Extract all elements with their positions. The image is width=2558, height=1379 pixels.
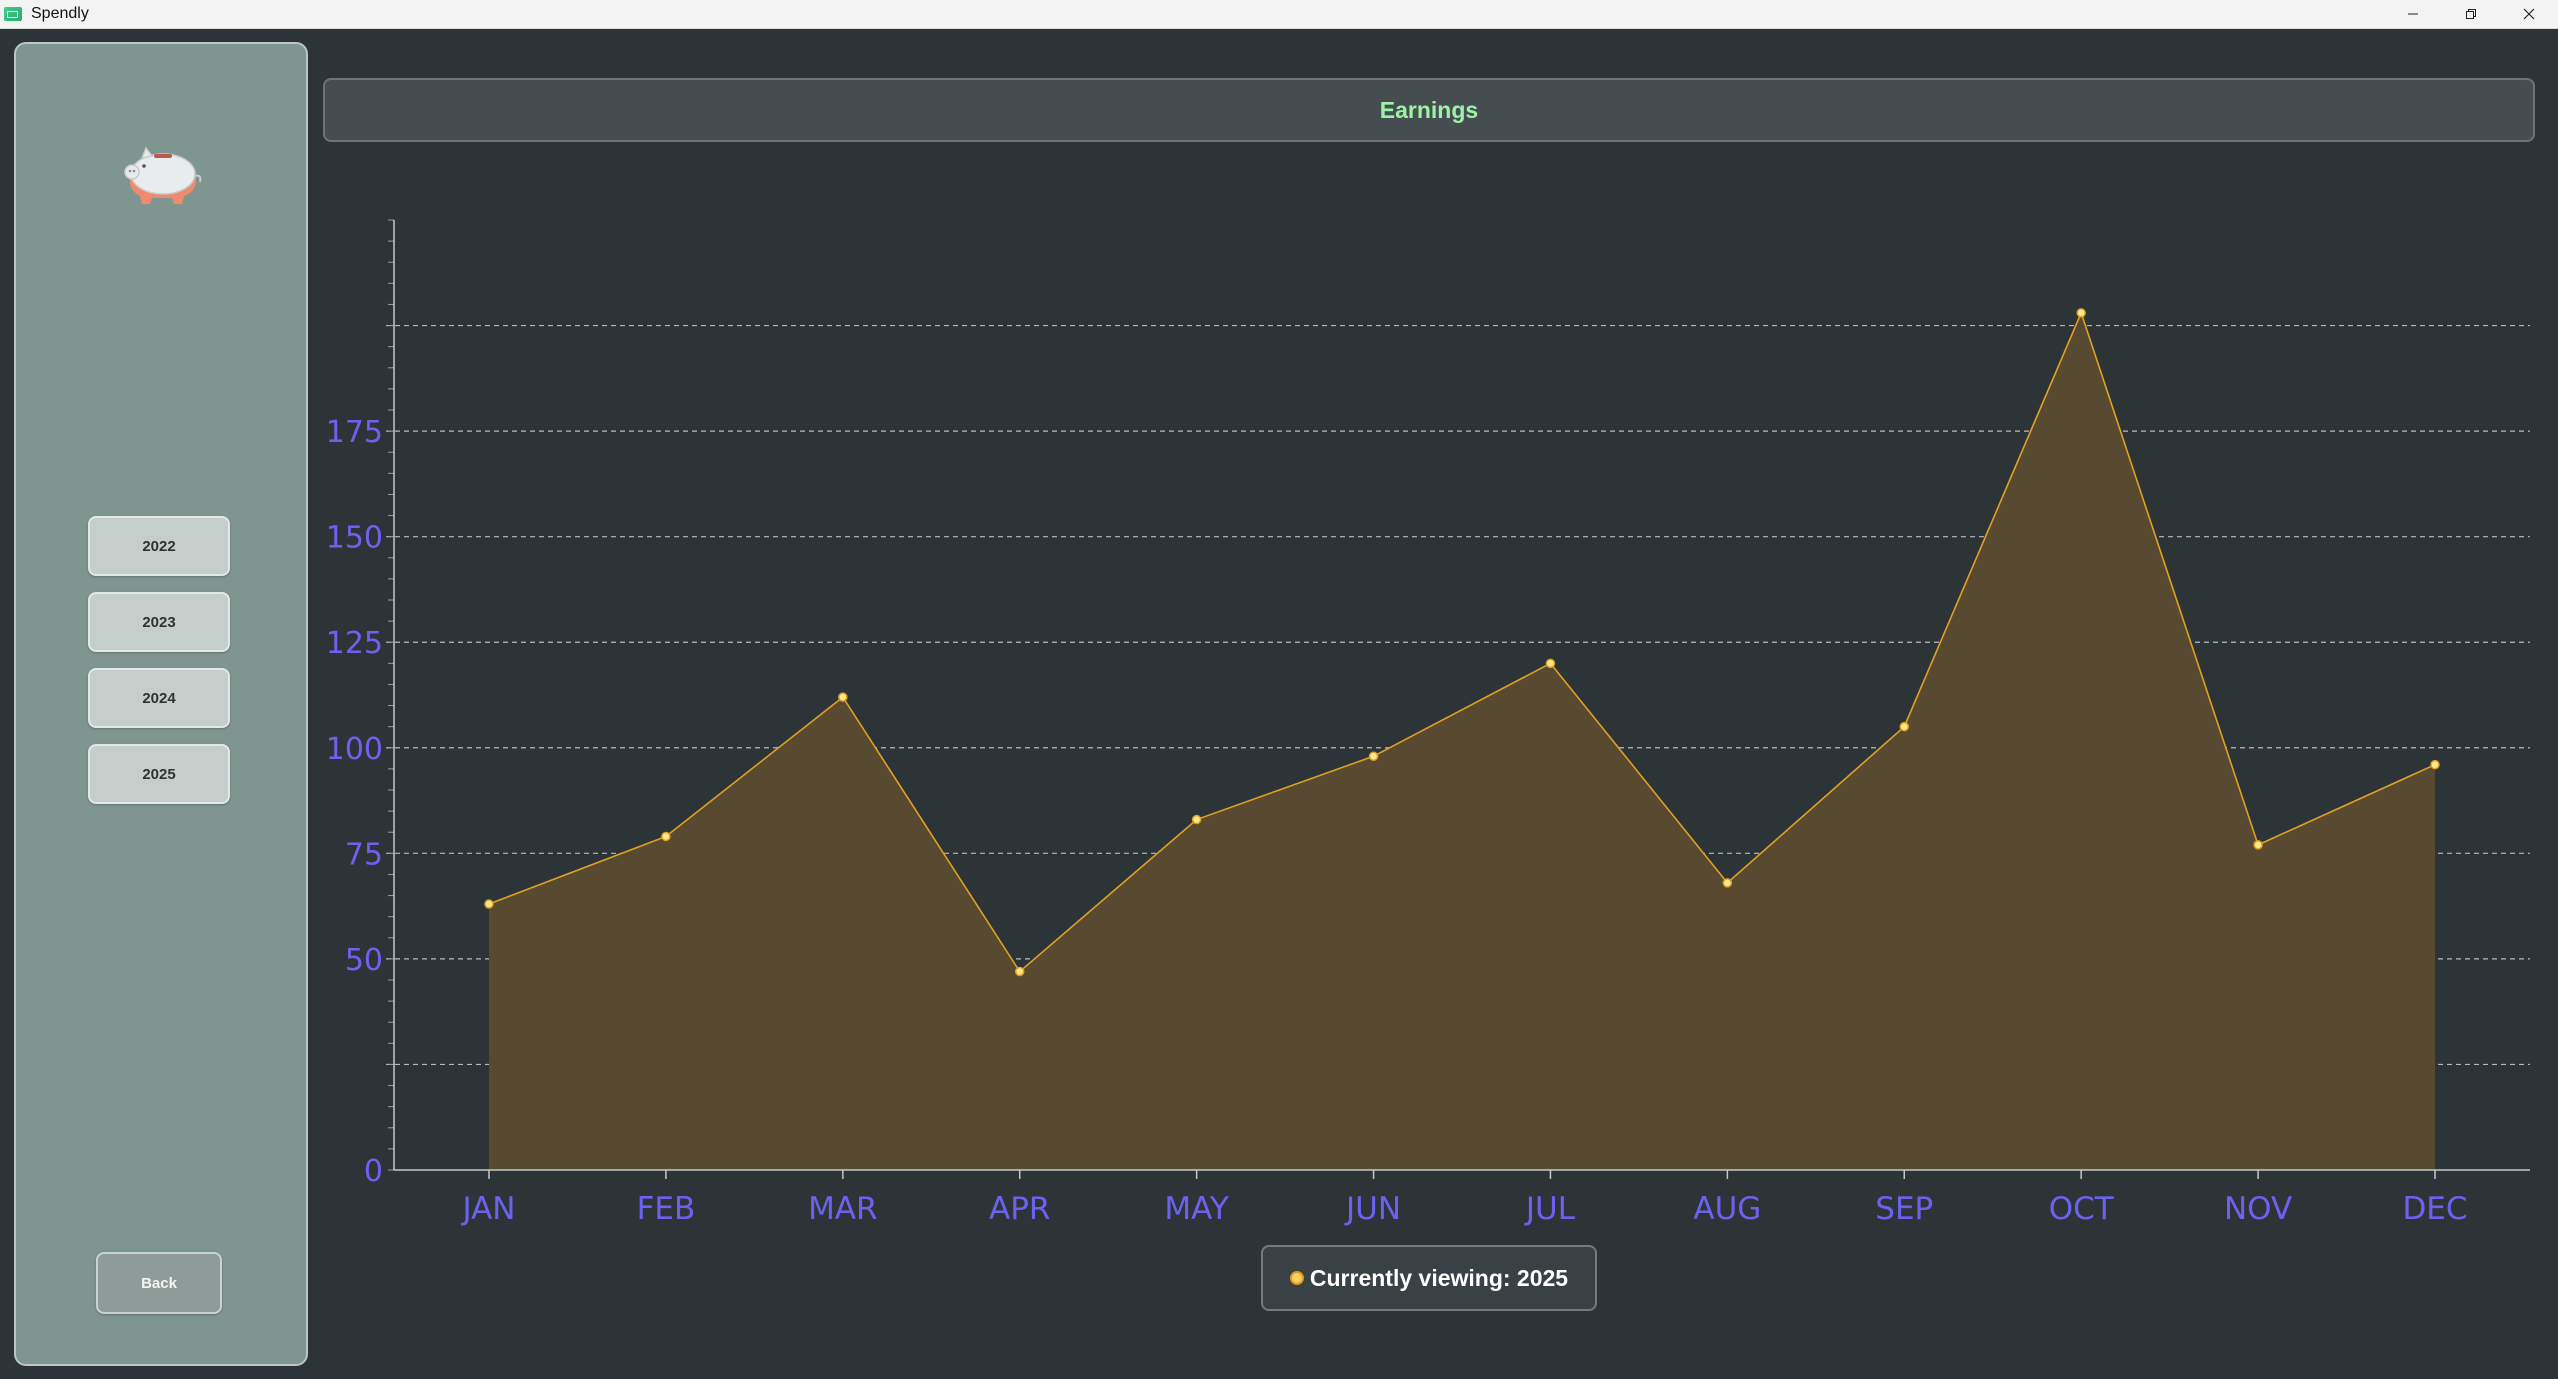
sidebar: 2022 2023 2024 2025 Back (14, 42, 308, 1366)
title-bar: Spendly (0, 0, 2558, 29)
x-tick-label-jan: JAN (461, 1191, 516, 1227)
back-button[interactable]: Back (96, 1252, 222, 1314)
data-point-mar (838, 692, 848, 702)
close-button[interactable] (2500, 0, 2558, 28)
piggy-bank-icon (124, 146, 202, 204)
year-button-2024[interactable]: 2024 (88, 668, 230, 728)
x-tick-label-dec: DEC (2402, 1191, 2467, 1227)
data-point-jun (1368, 751, 1379, 761)
x-tick-label-nov: NOV (2224, 1191, 2292, 1227)
year-button-2023[interactable]: 2023 (88, 592, 230, 652)
x-tick-label-feb: FEB (637, 1191, 696, 1227)
window-title: Spendly (31, 5, 89, 22)
restore-icon (2466, 9, 2476, 19)
data-point-aug (1722, 878, 1733, 888)
legend-label: Currently viewing: 2025 (1309, 1264, 1569, 1291)
data-point-feb (661, 831, 671, 842)
x-tick-label-oct: OCT (2049, 1191, 2115, 1227)
legend-marker-icon (1289, 1271, 1304, 1285)
x-tick-label-apr: APR (989, 1191, 1050, 1227)
page-title: Earnings (1379, 96, 1479, 123)
y-tick-label: 0 (364, 1154, 383, 1189)
app-icon (4, 7, 22, 21)
x-tick-label-jul: JUL (1524, 1191, 1576, 1227)
minimize-button[interactable] (2384, 0, 2442, 28)
page-header: Earnings (323, 78, 2535, 142)
x-tick-label-mar: MAR (808, 1191, 878, 1227)
restore-button[interactable] (2442, 0, 2500, 28)
data-point-oct (2076, 308, 2086, 318)
y-tick-label: 75 (345, 837, 383, 872)
x-tick-label-may: MAY (1164, 1191, 1229, 1227)
x-tick-label-aug: AUG (1693, 1191, 1761, 1227)
x-tick-label-sep: SEP (1875, 1191, 1933, 1227)
minimize-icon (2408, 13, 2418, 15)
y-tick-label: 175 (326, 415, 383, 450)
year-button-2025[interactable]: 2025 (88, 744, 230, 804)
data-point-dec (2430, 759, 2440, 770)
series-area (489, 312, 2435, 1170)
data-point-sep (1899, 721, 1910, 732)
data-point-apr (1014, 966, 1025, 977)
y-tick-label: 100 (326, 732, 383, 767)
y-tick-label: 125 (326, 626, 383, 661)
data-point-jul (1545, 658, 1556, 669)
chart-legend: Currently viewing: 2025 (1261, 1245, 1597, 1311)
y-tick-label: 150 (326, 521, 383, 556)
y-tick-label: 50 (345, 943, 383, 978)
data-point-may (1191, 814, 1202, 825)
x-tick-label-jun: JUN (1344, 1191, 1401, 1227)
year-button-2022[interactable]: 2022 (88, 516, 230, 576)
series-line (488, 310, 2436, 973)
window-controls (2384, 0, 2558, 28)
data-point-jan (484, 899, 494, 909)
earnings-chart: 0 50 75 100 125 150 175 JAN FEB MAR APR MAY JUN JUL AU… (326, 219, 2530, 1227)
close-icon (2523, 8, 2535, 20)
data-point-nov (2253, 840, 2263, 850)
